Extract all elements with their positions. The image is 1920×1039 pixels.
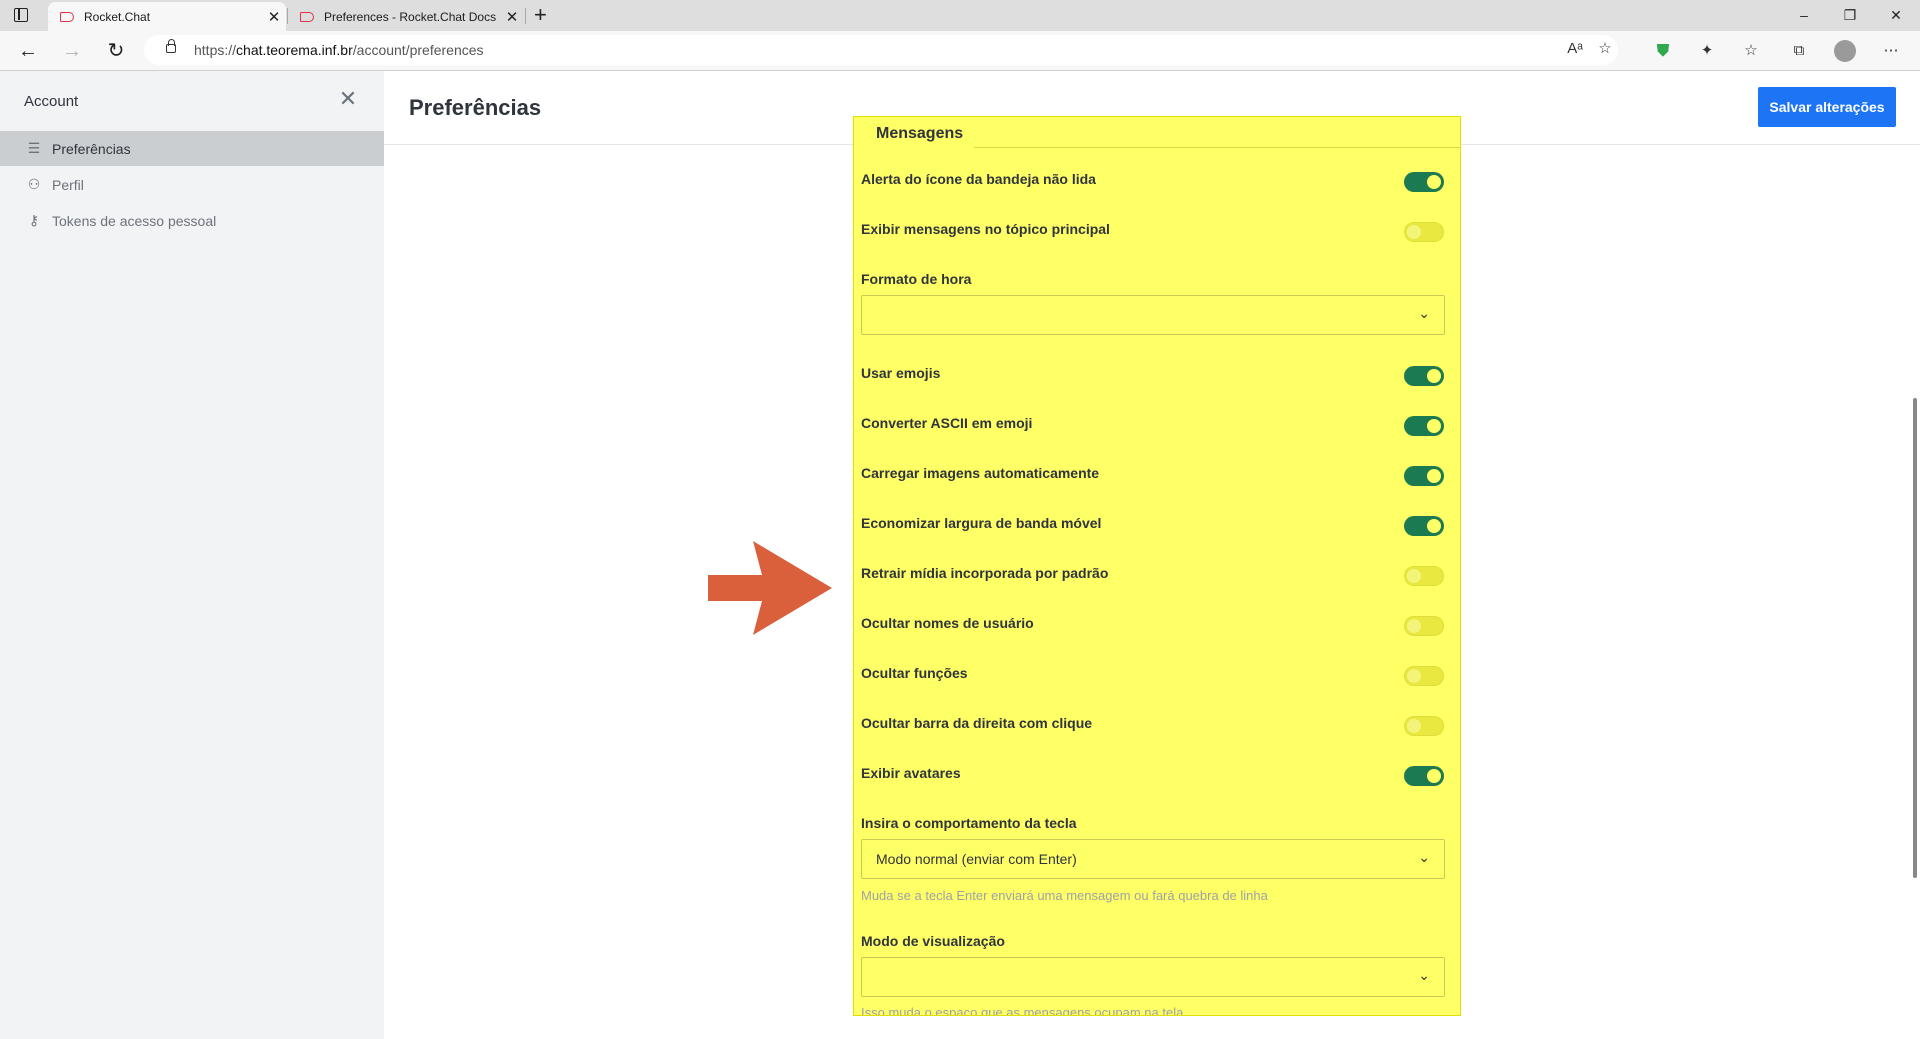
sidebar-item-perfil[interactable]: ⚇ Perfil: [0, 167, 384, 202]
toggle-show-thread-messages[interactable]: [1404, 222, 1444, 242]
tab-label: Rocket.Chat: [84, 9, 151, 24]
close-tab-icon[interactable]: ✕: [500, 8, 524, 26]
setting-label: Usar emojis: [861, 365, 941, 381]
more-options-icon[interactable]: ⋯: [1880, 40, 1902, 62]
browser-tab-bar: Rocket.Chat ✕ Preferences - Rocket.Chat …: [0, 0, 1920, 31]
toggle-show-avatars[interactable]: [1404, 766, 1444, 786]
setting-hint: Muda se a tecla Enter enviará uma mensag…: [861, 888, 1268, 903]
toggle-auto-load-images[interactable]: [1404, 466, 1444, 486]
toggle-hide-usernames[interactable]: [1404, 616, 1444, 636]
setting-label: Insira o comportamento da tecla: [861, 815, 1077, 831]
restore-icon[interactable]: ❐: [1830, 4, 1870, 26]
profile-avatar-icon[interactable]: [1834, 40, 1856, 62]
time-format-select[interactable]: ⌄: [861, 295, 1445, 335]
setting-label: Carregar imagens automaticamente: [861, 465, 1100, 481]
section-divider: [974, 147, 1460, 148]
setting-label: Retrair mídia incorporada por padrão: [861, 565, 1109, 581]
tab-actions-icon[interactable]: [14, 8, 28, 22]
annotation-arrow-icon: [708, 541, 832, 635]
minimize-icon[interactable]: –: [1784, 4, 1824, 26]
url-text[interactable]: https://chat.teorema.inf.br/account/pref…: [194, 42, 484, 58]
page-title: Preferências: [409, 95, 542, 120]
tab-divider: [525, 8, 526, 24]
view-mode-select[interactable]: ⌄: [861, 957, 1445, 997]
toggle-unread-tray-alert[interactable]: [1404, 172, 1444, 192]
sidebar-item-tokens[interactable]: ⚷ Tokens de acesso pessoal: [0, 203, 384, 238]
toggle-save-mobile-bandwidth[interactable]: [1404, 516, 1444, 536]
tab-preferences-docs[interactable]: Preferences - Rocket.Chat Docs ✕: [288, 2, 524, 31]
setting-label: Ocultar nomes de usuário: [861, 615, 1034, 631]
toggle-convert-ascii-emoji[interactable]: [1404, 416, 1444, 436]
save-changes-button[interactable]: Salvar alterações: [1758, 87, 1896, 127]
refresh-icon[interactable]: ↻: [102, 37, 130, 65]
account-sidebar: Account ✕ ☰ Preferências ⚇ Perfil ⚷ Toke…: [0, 71, 384, 1039]
read-aloud-icon[interactable]: Aᵃ: [1564, 38, 1586, 60]
extensions-icon[interactable]: ✦: [1696, 40, 1718, 62]
shield-extension-icon[interactable]: ⛊: [1652, 40, 1674, 62]
select-value: Modo normal (enviar com Enter): [876, 851, 1077, 867]
favorites-icon[interactable]: ☆: [1740, 40, 1762, 62]
toggle-collapse-embedded-media[interactable]: [1404, 566, 1444, 586]
setting-label: Alerta do ícone da bandeja não lida: [861, 171, 1096, 187]
new-tab-icon[interactable]: +: [534, 3, 547, 27]
tab-rocket-chat[interactable]: Rocket.Chat ✕: [48, 2, 286, 31]
setting-label: Exibir avatares: [861, 765, 961, 781]
sliders-icon: ☰: [27, 140, 41, 156]
setting-label: Converter ASCII em emoji: [861, 415, 1033, 431]
close-window-icon[interactable]: ✕: [1876, 4, 1916, 26]
toggle-hide-roles[interactable]: [1404, 666, 1444, 686]
sidebar-item-label: Preferências: [52, 140, 131, 157]
setting-label: Formato de hora: [861, 271, 972, 287]
chevron-down-icon: ⌄: [1418, 967, 1430, 983]
messages-section: Mensagens Alerta do ícone da bandeja não…: [853, 116, 1461, 1016]
rocketchat-favicon-icon: [300, 11, 314, 22]
setting-label: Modo de visualização: [861, 933, 1005, 949]
browser-nav-bar: ← → ↻ https://chat.teorema.inf.br/accoun…: [0, 31, 1920, 71]
setting-hint: Isso muda o espaço que as mensagens ocup…: [861, 1005, 1187, 1016]
rocketchat-favicon-icon: [60, 11, 74, 22]
chevron-down-icon: ⌄: [1418, 849, 1430, 865]
setting-label: Ocultar funções: [861, 665, 968, 681]
sidebar-item-label: Perfil: [52, 176, 84, 193]
setting-label: Ocultar barra da direita com clique: [861, 715, 1093, 731]
toggle-use-emojis[interactable]: [1404, 366, 1444, 386]
enter-key-behavior-select[interactable]: Modo normal (enviar com Enter) ⌄: [861, 839, 1445, 879]
setting-label: Exibir mensagens no tópico principal: [861, 221, 1110, 237]
chevron-down-icon: ⌄: [1418, 305, 1430, 321]
tab-label: Preferences - Rocket.Chat Docs: [324, 9, 497, 24]
section-title: Mensagens: [876, 125, 964, 142]
sidebar-title: Account: [24, 93, 79, 110]
back-icon[interactable]: ←: [14, 37, 42, 65]
forward-icon[interactable]: →: [58, 37, 86, 65]
page-scrollbar[interactable]: [1913, 398, 1917, 878]
lock-icon[interactable]: [166, 39, 176, 53]
user-icon: ⚇: [27, 176, 41, 192]
collections-icon[interactable]: ⧉: [1788, 40, 1810, 62]
address-bar[interactable]: https://chat.teorema.inf.br/account/pref…: [144, 35, 1618, 65]
close-tab-icon[interactable]: ✕: [262, 8, 286, 26]
add-favorite-icon[interactable]: ☆: [1594, 38, 1616, 60]
close-sidebar-icon[interactable]: ✕: [336, 87, 360, 111]
toggle-hide-right-bar-click[interactable]: [1404, 716, 1444, 736]
setting-label: Economizar largura de banda móvel: [861, 515, 1102, 531]
sidebar-item-label: Tokens de acesso pessoal: [52, 212, 217, 229]
sidebar-item-preferencias[interactable]: ☰ Preferências: [0, 131, 384, 166]
key-icon: ⚷: [28, 212, 40, 228]
